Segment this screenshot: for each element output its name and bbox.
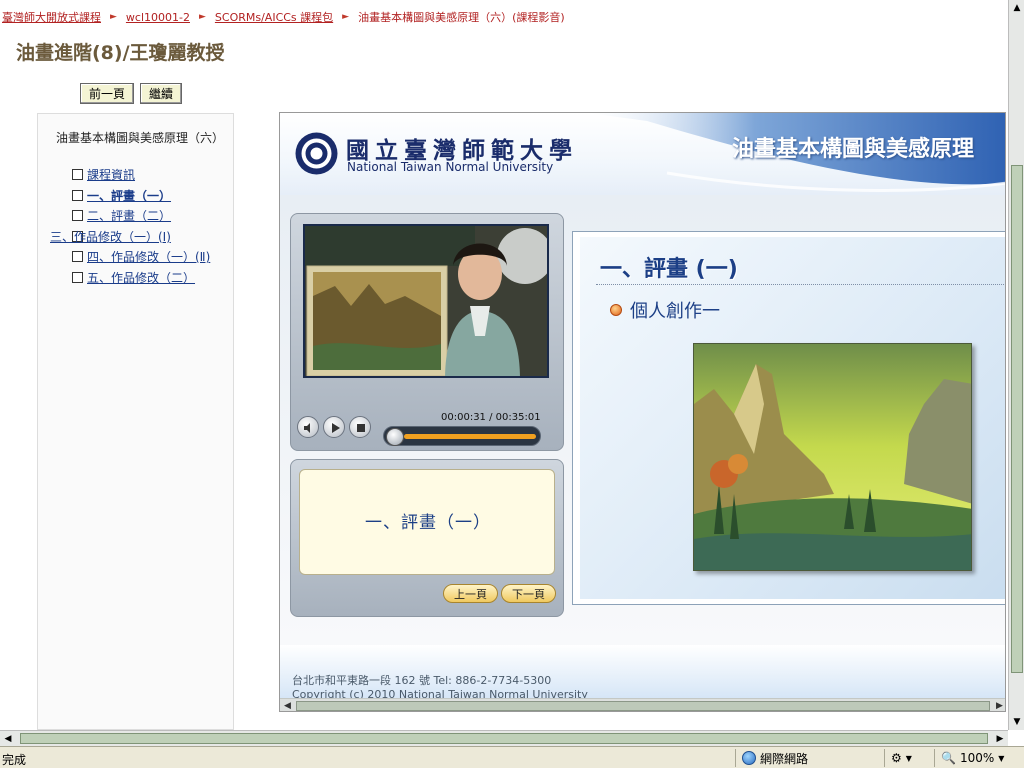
checkbox-icon xyxy=(72,251,83,262)
volume-button[interactable] xyxy=(297,416,319,438)
lecture-video-frame xyxy=(305,226,547,376)
zoom-icon: 🔍 xyxy=(941,751,956,765)
continue-button[interactable]: 繼續 xyxy=(140,83,183,104)
play-icon xyxy=(332,423,340,433)
browser-status-bar: 完成 網際網路 ⚙ ▼ 🔍 100% ▼ xyxy=(0,746,1024,768)
slide-bullet-text: 個人創作一 xyxy=(630,301,720,322)
protected-mode[interactable]: ⚙ ▼ xyxy=(884,749,930,767)
slide-heading: 一、評畫 (一) xyxy=(600,257,738,282)
globe-icon xyxy=(742,751,756,765)
scrollbar-thumb[interactable] xyxy=(1011,165,1023,673)
slide-body: 一、評畫 (一) 個人創作一 xyxy=(580,237,1005,599)
page-nav: 前一頁 繼續 xyxy=(80,83,183,104)
zoom-level: 100% xyxy=(959,751,995,765)
course-banner: 國立臺灣師範大學 National Taiwan Normal Universi… xyxy=(280,113,1005,195)
breadcrumb-separator-icon: ► xyxy=(198,12,206,22)
lock-icon: ⚙ xyxy=(891,751,902,765)
subtitle-box: 一、評畫（一） xyxy=(299,469,555,575)
subtitle-text: 一、評畫（一） xyxy=(365,513,491,533)
toc-link[interactable]: 二、評畫（二） xyxy=(87,209,171,223)
breadcrumb-separator-icon: ► xyxy=(110,12,117,22)
zoom-control[interactable]: 🔍 100% ▼ xyxy=(934,749,1008,767)
toc-item-revision-1b: 四、作品修改（一）(Ⅱ) xyxy=(56,249,232,265)
toc-item-revision-2: 五、作品修改（二） xyxy=(56,270,232,286)
scroll-left-icon[interactable]: ◀ xyxy=(280,699,295,711)
breadcrumb-course-link[interactable]: wcl10001-2 xyxy=(126,11,190,24)
bullet-icon xyxy=(610,304,622,316)
scrollbar-thumb[interactable] xyxy=(20,733,988,744)
slide-bullet-item: 個人創作一 xyxy=(610,297,720,323)
breadcrumb-package-link[interactable]: SCORMs/AICCs 課程包 xyxy=(215,9,333,25)
scroll-up-icon[interactable]: ▲ xyxy=(1009,0,1024,16)
video-player: 00:00:31 / 00:35:01 xyxy=(290,213,564,451)
scroll-right-icon[interactable]: ▶ xyxy=(992,731,1008,747)
progress-knob-icon[interactable] xyxy=(386,428,404,446)
checkbox-icon xyxy=(72,189,83,201)
toc-item-course-info: 課程資訊 xyxy=(56,167,232,183)
toc-item-revision-1a: 三、作品修改（一）(Ⅰ) xyxy=(50,229,232,245)
landscape-painting xyxy=(694,344,971,570)
slide-divider xyxy=(596,284,1005,285)
toc-list: 課程資訊 一、評畫（一） 二、評畫（二） 三、作品修改（一）(Ⅰ) 四、作品修改… xyxy=(50,167,232,290)
stop-icon xyxy=(357,424,365,432)
breadcrumb-current: 油畫基本構圖與美感原理（六）(課程影音) xyxy=(358,11,565,24)
painting-image xyxy=(693,343,972,571)
toc-sidebar: 油畫基本構圖與美感原理（六） 課程資訊 一、評畫（一） 二、評畫（二） 三、作品… xyxy=(37,113,234,730)
security-zone[interactable]: 網際網路 xyxy=(735,749,880,767)
checkbox-icon xyxy=(72,169,83,180)
frame-horizontal-scrollbar[interactable]: ◀ ▶ xyxy=(280,698,1005,711)
dropdown-icon: ▼ xyxy=(998,753,1005,763)
footer-address: 台北市和平東路一段 162 號 Tel: 886-2-7734-5300 xyxy=(292,674,552,687)
play-button[interactable] xyxy=(323,416,345,438)
prev-slide-button[interactable]: 上一頁 xyxy=(443,584,498,603)
toc-root-title: 油畫基本構圖與美感原理（六） xyxy=(56,131,225,145)
scroll-left-icon[interactable]: ◀ xyxy=(0,731,16,747)
breadcrumb-home-link[interactable]: 臺灣師大開放式課程 xyxy=(2,9,101,25)
page-horizontal-scrollbar[interactable]: ◀ ▶ xyxy=(0,730,1008,746)
subtitle-panel: 一、評畫（一） 上一頁 下一頁 xyxy=(290,459,564,617)
progress-bar[interactable] xyxy=(383,426,541,446)
playback-time: 00:00:31 / 00:35:01 xyxy=(441,412,541,423)
checkbox-icon xyxy=(72,271,83,283)
lecture-slide: 一、評畫 (一) 個人創作一 xyxy=(572,231,1005,605)
checkbox-icon xyxy=(72,210,83,221)
course-banner-title: 油畫基本構圖與美感原理 xyxy=(732,137,975,162)
toc-link[interactable]: 一、評畫（一） xyxy=(87,189,171,203)
status-text: 完成 xyxy=(2,753,27,767)
toc-link[interactable]: 四、作品修改（一）(Ⅱ) xyxy=(87,250,210,264)
zone-label: 網際網路 xyxy=(760,751,809,766)
prev-page-button[interactable]: 前一頁 xyxy=(80,83,135,104)
breadcrumb: 臺灣師大開放式課程 ► wcl10001-2 ► SCORMs/AICCs 課程… xyxy=(2,9,565,25)
scroll-down-icon[interactable]: ▼ xyxy=(1009,714,1024,730)
scroll-right-icon[interactable]: ▶ xyxy=(992,699,1005,711)
toc-item-critique-2: 二、評畫（二） xyxy=(56,208,232,224)
course-content-frame: 國立臺灣師範大學 National Taiwan Normal Universi… xyxy=(279,112,1006,712)
page-title: 油畫進階(8)/王瓊麗教授 xyxy=(16,42,225,64)
toc-link[interactable]: 三、作品修改（一）(Ⅰ) xyxy=(50,230,171,244)
scrollbar-thumb[interactable] xyxy=(296,701,990,711)
ntnu-seal-icon xyxy=(295,132,338,175)
next-slide-button[interactable]: 下一頁 xyxy=(501,584,556,603)
toc-link[interactable]: 課程資訊 xyxy=(87,168,135,182)
university-name-en: National Taiwan Normal University xyxy=(347,160,554,174)
breadcrumb-separator-icon: ► xyxy=(342,12,350,22)
progress-fill xyxy=(404,434,536,439)
dropdown-icon: ▼ xyxy=(905,753,912,763)
lecture-video[interactable] xyxy=(303,224,549,378)
volume-icon xyxy=(304,423,310,433)
stop-button[interactable] xyxy=(349,416,371,438)
toc-item-critique-1: 一、評畫（一） xyxy=(56,188,232,204)
page-vertical-scrollbar[interactable]: ▲ ▼ xyxy=(1008,0,1024,730)
toc-link[interactable]: 五、作品修改（二） xyxy=(87,271,195,285)
